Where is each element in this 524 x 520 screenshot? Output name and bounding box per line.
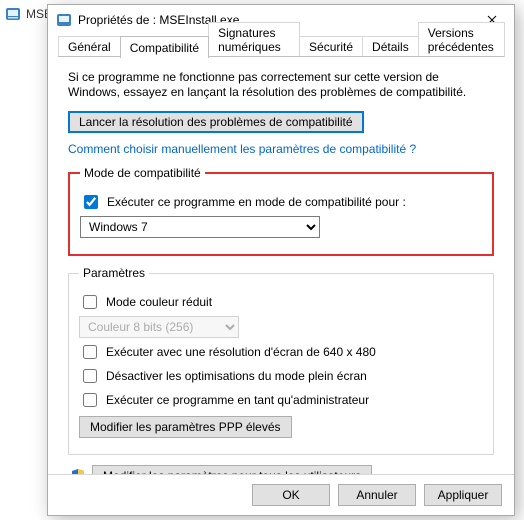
tab-compatibility[interactable]: Compatibilité: [120, 36, 209, 58]
res640-row[interactable]: Exécuter avec une résolution d'écran de …: [79, 342, 483, 362]
reduced-color-row[interactable]: Mode couleur réduit: [79, 292, 483, 312]
dialog-footer: OK Annuler Appliquer: [48, 474, 514, 515]
compat-mode-legend: Mode de compatibilité: [80, 166, 205, 180]
run-admin-label: Exécuter ce programme en tant qu'adminis…: [106, 393, 369, 407]
tab-signatures[interactable]: Signatures numériques: [208, 22, 300, 57]
all-users-button[interactable]: Modifier les paramètres pour tous les ut…: [92, 465, 372, 474]
res640-label: Exécuter avec une résolution d'écran de …: [106, 345, 376, 359]
tab-details[interactable]: Détails: [362, 36, 419, 57]
ok-button[interactable]: OK: [252, 484, 330, 506]
tab-body-compatibility: Si ce programme ne fonctionne pas correc…: [48, 57, 514, 474]
intro-text: Si ce programme ne fonctionne pas correc…: [68, 70, 494, 100]
reduced-color-label: Mode couleur réduit: [106, 295, 212, 309]
disable-fullscreen-checkbox[interactable]: [83, 369, 97, 383]
tab-general[interactable]: Général: [58, 36, 121, 57]
reduced-color-checkbox[interactable]: [83, 295, 97, 309]
manual-settings-link[interactable]: Comment choisir manuellement les paramèt…: [68, 142, 416, 156]
settings-group: Paramètres Mode couleur réduit Couleur 8…: [68, 266, 494, 455]
run-admin-checkbox[interactable]: [83, 393, 97, 407]
disable-fullscreen-label: Désactiver les optimisations du mode ple…: [106, 369, 367, 383]
compat-mode-label: Exécuter ce programme en mode de compati…: [107, 195, 406, 209]
color-depth-select: Couleur 8 bits (256): [79, 316, 239, 338]
compat-mode-select[interactable]: Windows 7: [80, 216, 320, 238]
apply-button[interactable]: Appliquer: [424, 484, 502, 506]
dialog-app-icon: [56, 12, 72, 28]
dpi-settings-button[interactable]: Modifier les paramètres PPP élevés: [79, 416, 292, 438]
run-admin-row[interactable]: Exécuter ce programme en tant qu'adminis…: [79, 390, 483, 410]
tab-strip: Général Compatibilité Signatures numériq…: [48, 35, 514, 57]
cancel-button[interactable]: Annuler: [338, 484, 416, 506]
settings-legend: Paramètres: [79, 266, 149, 280]
properties-dialog: Propriétés de : MSEInstall.exe Général C…: [47, 4, 515, 516]
all-users-row: Modifier les paramètres pour tous les ut…: [70, 465, 492, 474]
compat-mode-group: Mode de compatibilité Exécuter ce progra…: [68, 166, 494, 256]
compat-mode-row[interactable]: Exécuter ce programme en mode de compati…: [80, 192, 482, 212]
disable-fullscreen-row[interactable]: Désactiver les optimisations du mode ple…: [79, 366, 483, 386]
troubleshoot-button[interactable]: Lancer la résolution des problèmes de co…: [68, 111, 364, 133]
exe-icon: [5, 6, 21, 22]
compat-mode-checkbox[interactable]: [84, 195, 98, 209]
tab-security[interactable]: Sécurité: [299, 36, 363, 57]
tab-previous-versions[interactable]: Versions précédentes: [418, 22, 505, 57]
res640-checkbox[interactable]: [83, 345, 97, 359]
